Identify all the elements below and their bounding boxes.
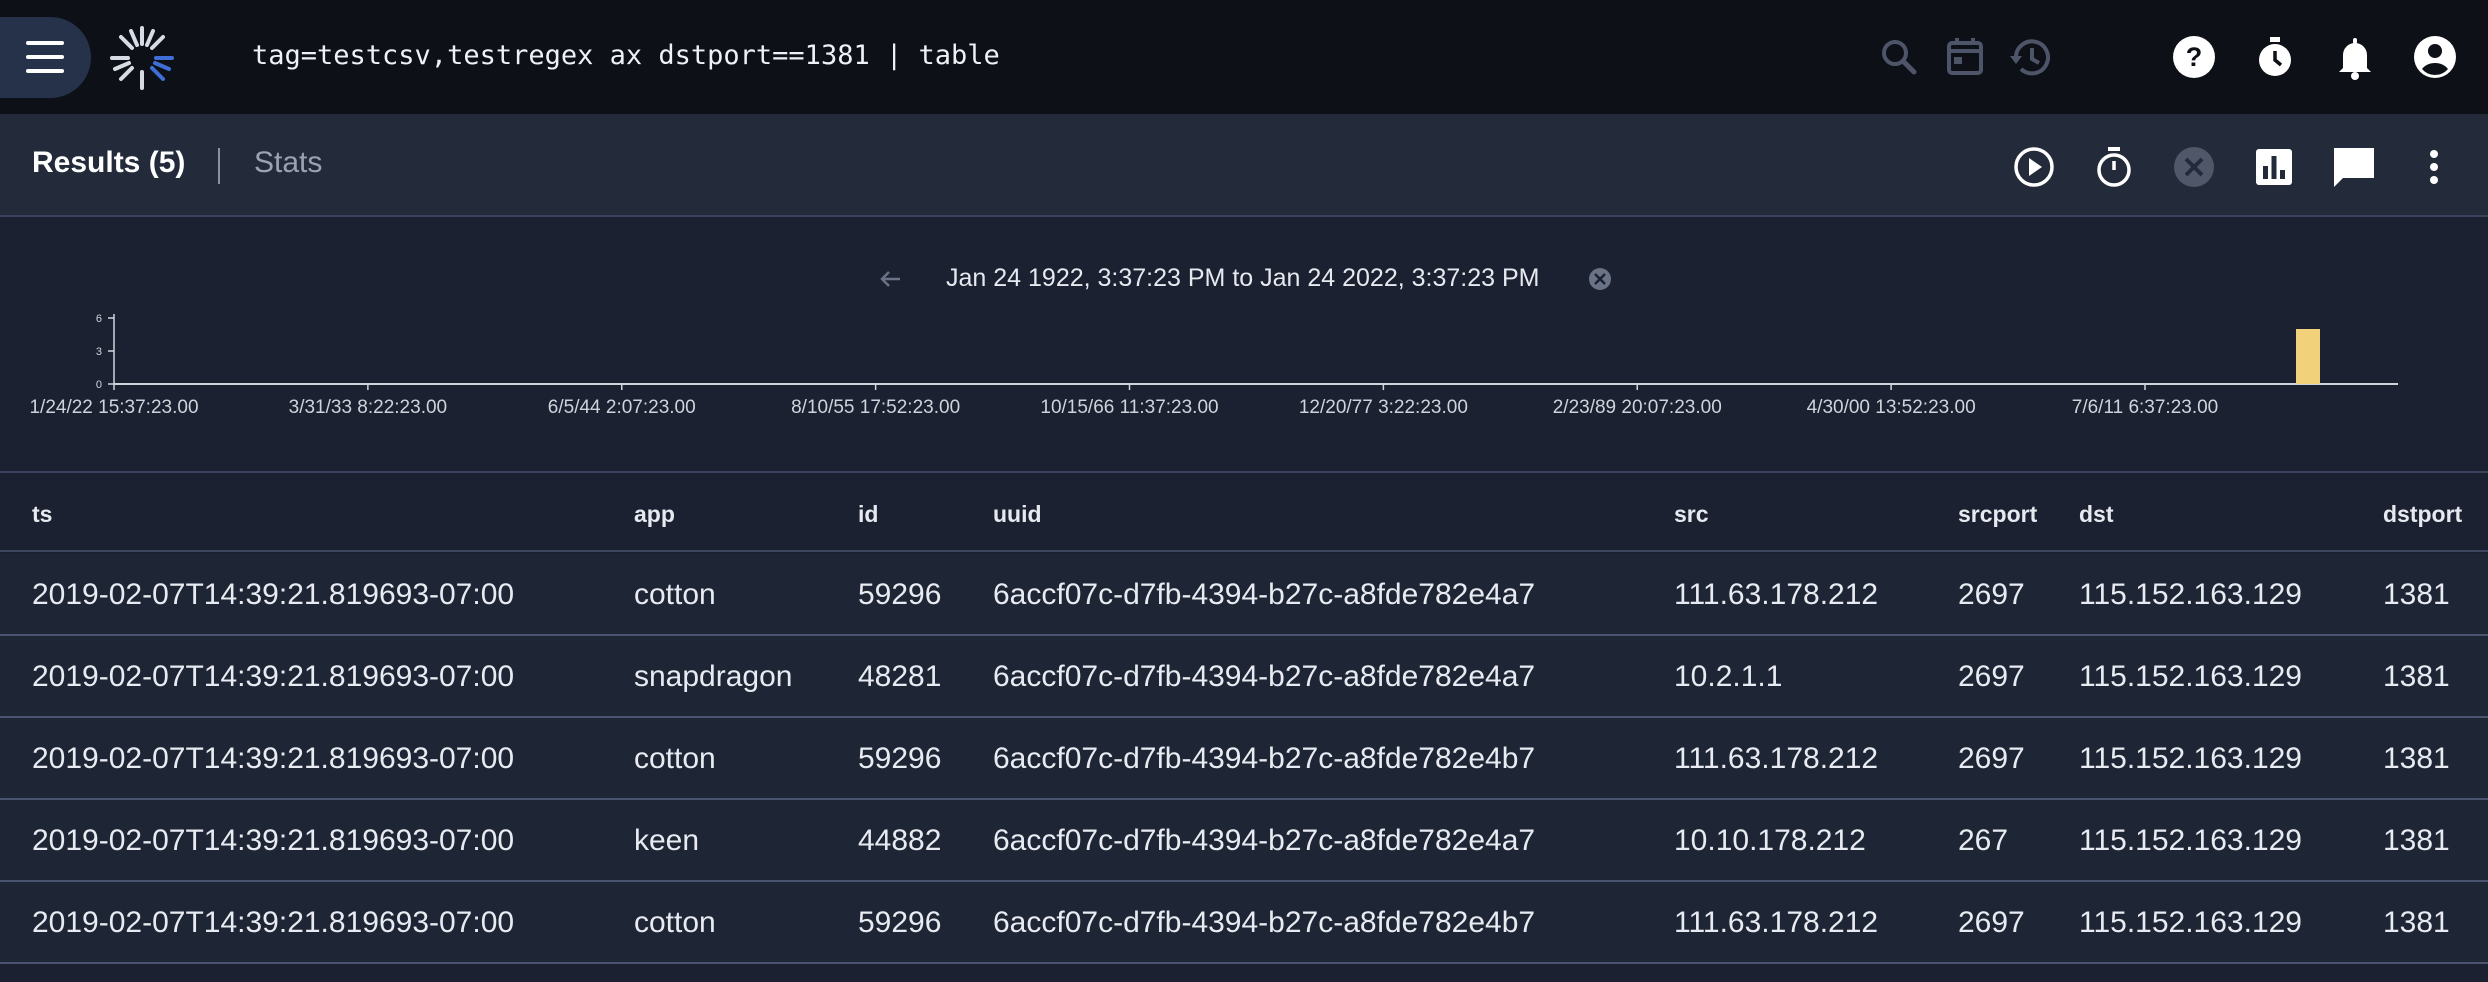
- calendar-icon[interactable]: [1940, 32, 1990, 82]
- more-vert-icon[interactable]: [2409, 142, 2459, 192]
- cell-dstport: 1381: [2383, 742, 2450, 775]
- tab-results[interactable]: Results (5): [32, 146, 185, 180]
- cell-dstport: 1381: [2383, 578, 2450, 611]
- stopwatch-icon[interactable]: [2089, 142, 2139, 192]
- cell-dst: 115.152.163.129: [2079, 660, 2302, 693]
- query-input[interactable]: tag=testcsv,testregex ax dstport==1381 |…: [252, 40, 1000, 71]
- cell-uuid: 6accf07c-d7fb-4394-b27c-a8fde782e4a7: [993, 824, 1536, 857]
- cell-src: 111.63.178.212: [1674, 906, 1879, 939]
- table-row[interactable]: 2019-02-07T14:39:21.819693-07:00 keen 4488…: [0, 800, 2488, 882]
- x-tick-label: 3/31/33 8:22:23.00: [289, 397, 447, 418]
- tab-stats[interactable]: Stats: [254, 146, 322, 180]
- column-header-src[interactable]: src: [1674, 501, 1709, 528]
- cancel-icon[interactable]: [2169, 142, 2219, 192]
- cell-uuid: 6accf07c-d7fb-4394-b27c-a8fde782e4a7: [993, 660, 1536, 693]
- history-icon[interactable]: [2006, 32, 2056, 82]
- gravwell-logo[interactable]: [106, 22, 178, 94]
- cell-ts: 2019-02-07T14:39:21.819693-07:00: [32, 906, 515, 939]
- cell-id: 44882: [858, 824, 942, 857]
- cell-dstport: 1381: [2383, 824, 2450, 857]
- cell-ts: 2019-02-07T14:39:21.819693-07:00: [32, 742, 515, 775]
- cell-src: 111.63.178.212: [1674, 742, 1879, 775]
- cell-src: 10.10.178.212: [1674, 824, 1866, 857]
- table-header: ts app id uuid src srcport dst dstport: [0, 471, 2488, 552]
- cell-srcport: 2697: [1958, 742, 2025, 775]
- cell-app: snapdragon: [634, 660, 793, 693]
- cell-srcport: 2697: [1958, 660, 2025, 693]
- cell-srcport: 2697: [1958, 906, 2025, 939]
- cell-ts: 2019-02-07T14:39:21.819693-07:00: [32, 824, 515, 857]
- column-header-srcport[interactable]: srcport: [1958, 501, 2037, 528]
- table-row[interactable]: 2019-02-07T14:39:21.819693-07:00 cotton 59…: [0, 882, 2488, 964]
- cell-uuid: 6accf07c-d7fb-4394-b27c-a8fde782e4b7: [993, 906, 1536, 939]
- column-header-ts[interactable]: ts: [32, 501, 52, 528]
- timer-icon[interactable]: [2250, 32, 2300, 82]
- x-tick-label: 7/6/11 6:37:23.00: [2072, 397, 2219, 418]
- histogram-bar[interactable]: [2296, 329, 2320, 384]
- top-bar: tag=testcsv,testregex ax dstport==1381 |…: [0, 0, 2488, 114]
- table-row[interactable]: 2019-02-07T14:39:21.819693-07:00 cotton 59…: [0, 554, 2488, 636]
- results-table: ts app id uuid src srcport dst dstport 2019-02-…: [0, 471, 2488, 982]
- menu-button[interactable]: [0, 17, 91, 98]
- x-tick-label: 6/5/44 2:07:23.00: [548, 397, 696, 418]
- bell-icon[interactable]: [2330, 32, 2380, 82]
- histogram-chart[interactable]: 6 3 0 1/24/22 15:37:23.00 3/31/33 8:22:23.00…: [0, 217, 2488, 471]
- cell-ts: 2019-02-07T14:39:21.819693-07:00: [32, 660, 515, 693]
- cell-dstport: 1381: [2383, 660, 2450, 693]
- table-row[interactable]: 2019-02-07T14:39:21.819693-07:00 snapdrag…: [0, 636, 2488, 718]
- x-tick-label: 8/10/55 17:52:23.00: [791, 397, 960, 418]
- cell-srcport: 2697: [1958, 578, 2025, 611]
- svg-text:?: ?: [2186, 42, 2203, 72]
- x-tick-label: 12/20/77 3:22:23.00: [1299, 397, 1468, 418]
- menu-icon: [26, 41, 64, 73]
- cell-app: cotton: [634, 906, 716, 939]
- cell-app: cotton: [634, 742, 716, 775]
- chart-icon[interactable]: [2249, 142, 2299, 192]
- column-header-id[interactable]: id: [858, 501, 878, 528]
- table-row[interactable]: 2019-02-07T14:39:21.819693-07:00 cotton 59…: [0, 718, 2488, 800]
- x-tick-label: 2/23/89 20:07:23.00: [1553, 397, 1722, 418]
- cell-dst: 115.152.163.129: [2079, 742, 2302, 775]
- column-header-dst[interactable]: dst: [2079, 501, 2114, 528]
- cell-id: 48281: [858, 660, 942, 693]
- cell-dst: 115.152.163.129: [2079, 824, 2302, 857]
- histogram-panel: Jan 24 1922, 3:37:23 PM to Jan 24 2022, …: [0, 217, 2488, 471]
- tab-divider: [218, 148, 220, 184]
- cell-app: keen: [634, 824, 700, 857]
- cell-src: 10.2.1.1: [1674, 660, 1783, 693]
- y-tick-label: 6: [96, 313, 102, 325]
- x-tick-label: 4/30/00 13:52:23.00: [1807, 397, 1976, 418]
- account-icon[interactable]: [2410, 32, 2460, 82]
- cell-uuid: 6accf07c-d7fb-4394-b27c-a8fde782e4a7: [993, 578, 1536, 611]
- x-tick-label: 1/24/22 15:37:23.00: [29, 397, 198, 418]
- cell-src: 111.63.178.212: [1674, 578, 1879, 611]
- column-header-uuid[interactable]: uuid: [993, 501, 1042, 528]
- y-tick-label: 0: [96, 379, 102, 391]
- cell-id: 59296: [858, 578, 942, 611]
- help-icon[interactable]: ?: [2169, 32, 2219, 82]
- cell-uuid: 6accf07c-d7fb-4394-b27c-a8fde782e4b7: [993, 742, 1536, 775]
- cell-ts: 2019-02-07T14:39:21.819693-07:00: [32, 578, 515, 611]
- results-toolbar: Results (5) Stats: [0, 114, 2488, 217]
- search-icon[interactable]: [1874, 32, 1924, 82]
- cell-dst: 115.152.163.129: [2079, 578, 2302, 611]
- column-header-dstport[interactable]: dstport: [2383, 501, 2462, 528]
- cell-dst: 115.152.163.129: [2079, 906, 2302, 939]
- cell-dstport: 1381: [2383, 906, 2450, 939]
- cell-id: 59296: [858, 906, 942, 939]
- cell-srcport: 267: [1958, 824, 2009, 857]
- y-tick-label: 3: [96, 346, 102, 358]
- play-icon[interactable]: [2009, 142, 2059, 192]
- cell-app: cotton: [634, 578, 716, 611]
- x-tick-label: 10/15/66 11:37:23.00: [1040, 397, 1218, 418]
- comment-icon[interactable]: [2329, 142, 2379, 192]
- cell-id: 59296: [858, 742, 942, 775]
- column-header-app[interactable]: app: [634, 501, 675, 528]
